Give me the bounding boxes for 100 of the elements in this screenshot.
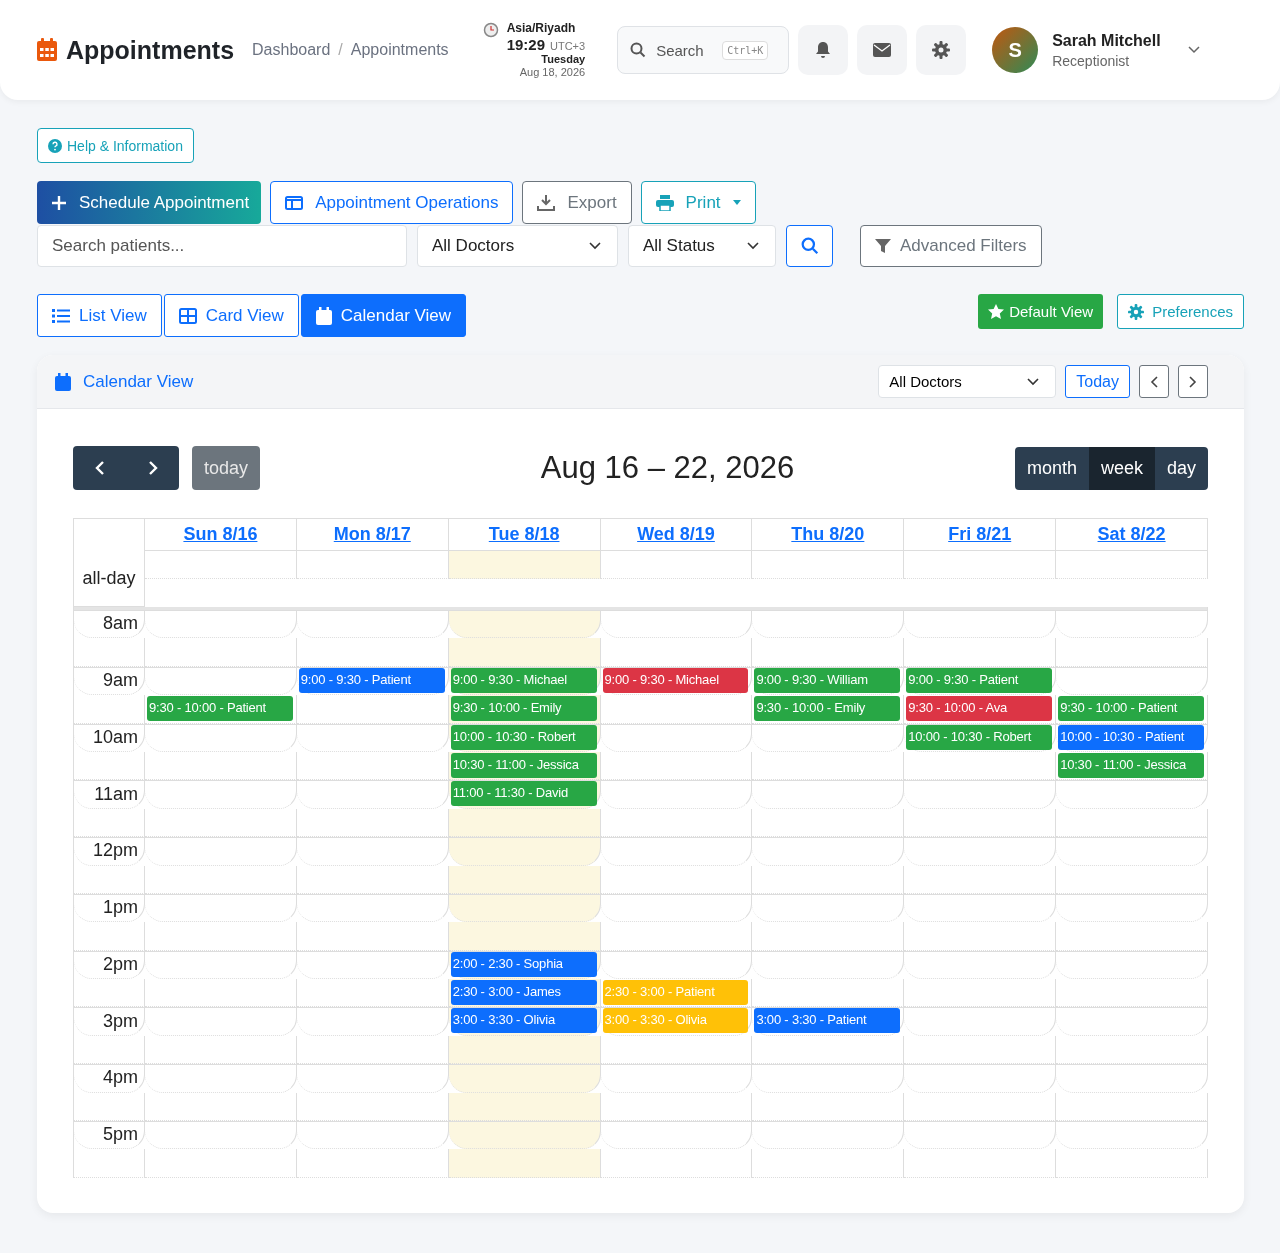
page-title: Appointments: [66, 35, 235, 65]
list-icon: [52, 308, 70, 323]
calendar-icon: [55, 372, 71, 391]
chevron-down-icon: [589, 242, 601, 250]
view-tab[interactable]: Card View: [163, 294, 299, 337]
breadcrumb-link[interactable]: Appointments: [350, 41, 449, 59]
calendar-icon: [315, 306, 332, 325]
search-button[interactable]: [786, 225, 833, 267]
next-button[interactable]: [1178, 365, 1208, 398]
appointment-event[interactable]: 9:30 - 10:00 - Patient: [147, 696, 293, 722]
view-tab[interactable]: List View: [37, 294, 162, 337]
today-button[interactable]: today: [192, 446, 261, 490]
action-button[interactable]: Print: [640, 181, 756, 224]
appointment-event[interactable]: 9:30 - 10:00 - Ava: [906, 696, 1053, 722]
doctor-select[interactable]: All Doctors: [878, 365, 1057, 398]
day-header-link[interactable]: Mon 8/17: [333, 524, 411, 545]
chevron-left-icon: [1150, 375, 1158, 388]
day-header-link[interactable]: Wed 8/19: [637, 524, 715, 545]
appointment-event[interactable]: 10:00 - 10:30 - Patient: [1058, 724, 1204, 750]
appointment-event[interactable]: 9:30 - 10:00 - Emily: [450, 696, 597, 722]
appointment-event[interactable]: 9:00 - 9:30 - William: [754, 667, 901, 693]
time-label: 2pm: [103, 953, 138, 975]
plus-icon: [51, 194, 67, 211]
envelope-icon: [873, 43, 892, 57]
appointment-event[interactable]: 9:30 - 10:00 - Emily: [754, 696, 901, 722]
gear-icon: [932, 41, 951, 59]
appointment-event[interactable]: 10:30 - 11:00 - Jessica: [1058, 752, 1204, 778]
doctor-select[interactable]: All Doctors: [417, 225, 618, 267]
time-label: 12pm: [92, 840, 138, 862]
chevron-down-icon: [747, 242, 759, 250]
time-label: 1pm: [103, 897, 138, 919]
star-icon: [988, 304, 1005, 319]
preferences-button[interactable]: Preferences: [1117, 294, 1244, 329]
action-button[interactable]: Schedule Appointment: [37, 181, 262, 224]
patient-search-field[interactable]: Search patients...: [37, 225, 407, 267]
default-view-button[interactable]: Default View: [978, 294, 1104, 329]
chevron-right-icon: [1189, 375, 1197, 388]
timezone-label: Asia/Riyadh: [506, 21, 576, 36]
chevron-right-icon: [147, 460, 158, 476]
grid-icon: [178, 307, 197, 324]
appointment-event[interactable]: 10:00 - 10:30 - Robert: [450, 724, 597, 750]
view-mode-tab[interactable]: day: [1154, 446, 1208, 490]
chevron-down-icon: [1027, 377, 1040, 386]
breadcrumb-link[interactable]: Dashboard: [252, 41, 331, 59]
view-mode-tab[interactable]: month: [1014, 446, 1089, 490]
time-label: 10am: [92, 726, 138, 748]
user-avatar[interactable]: S: [992, 27, 1039, 73]
advanced-filters-button[interactable]: Advanced Filters: [860, 225, 1042, 267]
day-header-link[interactable]: Fri 8/21: [948, 524, 1012, 545]
help-button[interactable]: Help & Information: [37, 128, 194, 163]
appointment-event[interactable]: 10:30 - 11:00 - Jessica: [450, 752, 597, 778]
download-icon: [537, 194, 556, 211]
appointment-event[interactable]: 9:00 - 9:30 - Patient: [298, 667, 445, 693]
user-role: Receptionist: [1052, 52, 1131, 69]
search-field[interactable]: Search: [654, 40, 715, 60]
appointment-event[interactable]: 9:30 - 10:00 - Patient: [1058, 696, 1204, 722]
messages-button[interactable]: [857, 25, 908, 75]
appointment-event[interactable]: 11:00 - 11:30 - David: [450, 781, 597, 807]
gear-icon: [1128, 303, 1145, 320]
clock-time: 19:29: [506, 35, 545, 53]
action-button[interactable]: Appointment Operations: [270, 181, 514, 224]
search-bar[interactable]: Search Ctrl+K: [617, 26, 790, 74]
columns-icon: [285, 195, 304, 210]
appointment-event[interactable]: 3:00 - 3:30 - Patient: [754, 1008, 901, 1034]
action-button[interactable]: Export: [522, 181, 632, 224]
appointment-event[interactable]: 9:00 - 9:30 - Patient: [906, 667, 1053, 693]
appointment-event[interactable]: 2:00 - 2:30 - Sophia: [450, 951, 597, 977]
time-label: 3pm: [103, 1010, 138, 1032]
search-icon: [800, 237, 819, 255]
notifications-button[interactable]: [798, 25, 849, 75]
appointment-event[interactable]: 9:00 - 9:30 - Michael: [450, 667, 597, 693]
chevron-down-icon[interactable]: [1188, 46, 1201, 54]
weekday-label: Tuesday: [541, 52, 586, 66]
day-header-link[interactable]: Sun 8/16: [183, 524, 258, 545]
search-icon: [630, 42, 647, 58]
settings-button[interactable]: [916, 25, 967, 75]
breadcrumb-separator: /: [338, 41, 343, 59]
calendar-icon: [36, 38, 58, 62]
day-header-link[interactable]: Sat 8/22: [1097, 524, 1166, 545]
view-tab[interactable]: Calendar View: [300, 294, 467, 337]
today-button[interactable]: Today: [1065, 365, 1130, 398]
caret-icon: [732, 200, 741, 205]
view-mode-tab[interactable]: week: [1088, 446, 1155, 490]
day-header-link[interactable]: Tue 8/18: [488, 524, 560, 545]
time-label: 8am: [103, 613, 138, 635]
card-title: Calendar View: [83, 371, 194, 392]
user-name: Sarah Mitchell: [1052, 31, 1162, 50]
previous-button[interactable]: [1139, 365, 1169, 398]
filter-icon: [875, 238, 891, 254]
time-label: 9am: [103, 669, 138, 691]
chevron-left-icon: [94, 460, 105, 476]
day-header-link[interactable]: Thu 8/20: [791, 524, 865, 545]
appointment-event[interactable]: 3:00 - 3:30 - Olivia: [450, 1008, 597, 1034]
time-label: 11am: [94, 783, 138, 805]
appointment-event[interactable]: 10:00 - 10:30 - Robert: [906, 724, 1053, 750]
printer-icon: [655, 194, 674, 211]
status-select[interactable]: All Status: [628, 225, 776, 267]
appointment-event[interactable]: 9:00 - 9:30 - Michael: [602, 667, 749, 693]
date-label: Aug 18, 2026: [519, 65, 586, 79]
appointment-event[interactable]: 2:30 - 3:00 - James: [450, 980, 597, 1006]
